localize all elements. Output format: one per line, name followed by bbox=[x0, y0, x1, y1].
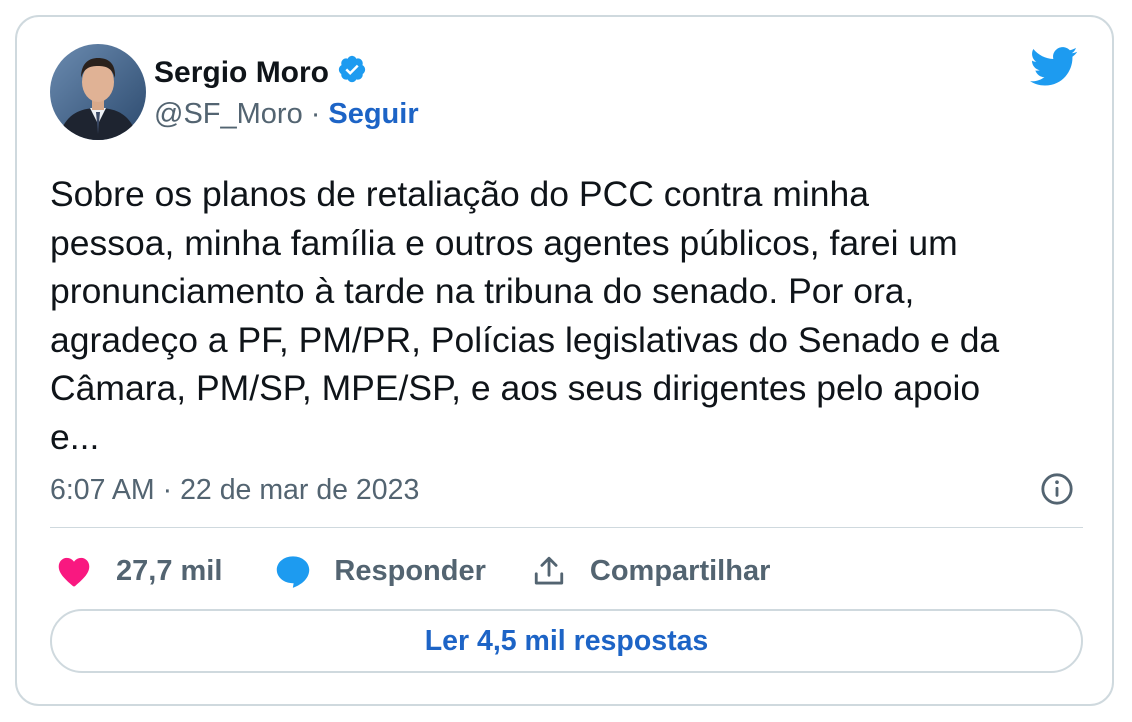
avatar-photo bbox=[50, 44, 146, 140]
tweet-time: 6:07 AM bbox=[50, 473, 155, 506]
tweet-card: Sergio Moro @SF_Moro · Seguir Sobre os p… bbox=[15, 15, 1114, 706]
author-handle-line: @SF_Moro · Seguir bbox=[154, 96, 419, 132]
share-label: Compartilhar bbox=[589, 554, 771, 587]
handle-separator: · bbox=[310, 97, 321, 130]
info-icon[interactable] bbox=[1040, 472, 1074, 506]
reply-label: Responder bbox=[334, 554, 486, 587]
author-handle[interactable]: @SF_Moro bbox=[154, 98, 303, 131]
tweet-text: Sobre os planos de retaliação do PCC con… bbox=[50, 174, 1000, 457]
time-separator: · bbox=[162, 473, 173, 506]
author-avatar[interactable] bbox=[50, 44, 146, 140]
author-name-link[interactable]: Sergio Moro bbox=[154, 55, 367, 91]
read-replies-button[interactable]: Ler 4,5 mil respostas bbox=[50, 609, 1083, 673]
author-name: Sergio Moro bbox=[154, 56, 330, 89]
heart-icon bbox=[56, 555, 92, 587]
twitter-bird-icon[interactable] bbox=[1030, 47, 1078, 87]
reply-button[interactable]: Responder bbox=[274, 554, 486, 588]
share-button[interactable]: Compartilhar bbox=[532, 554, 770, 588]
speech-bubble-icon bbox=[274, 554, 312, 588]
divider bbox=[50, 527, 1083, 528]
like-count: 27,7 mil bbox=[116, 554, 223, 587]
tweet-actions: 27,7 mil Responder Compartilhar bbox=[50, 551, 770, 591]
share-icon bbox=[532, 554, 566, 588]
tweet-date: 22 de mar de 2023 bbox=[180, 473, 420, 506]
read-replies-label: Ler 4,5 mil respostas bbox=[424, 624, 709, 657]
verified-badge-icon bbox=[337, 54, 367, 92]
follow-button[interactable]: Seguir bbox=[328, 98, 418, 131]
tweet-timestamp[interactable]: 6:07 AM · 22 de mar de 2023 bbox=[50, 472, 419, 508]
like-button[interactable]: 27,7 mil bbox=[56, 555, 222, 588]
